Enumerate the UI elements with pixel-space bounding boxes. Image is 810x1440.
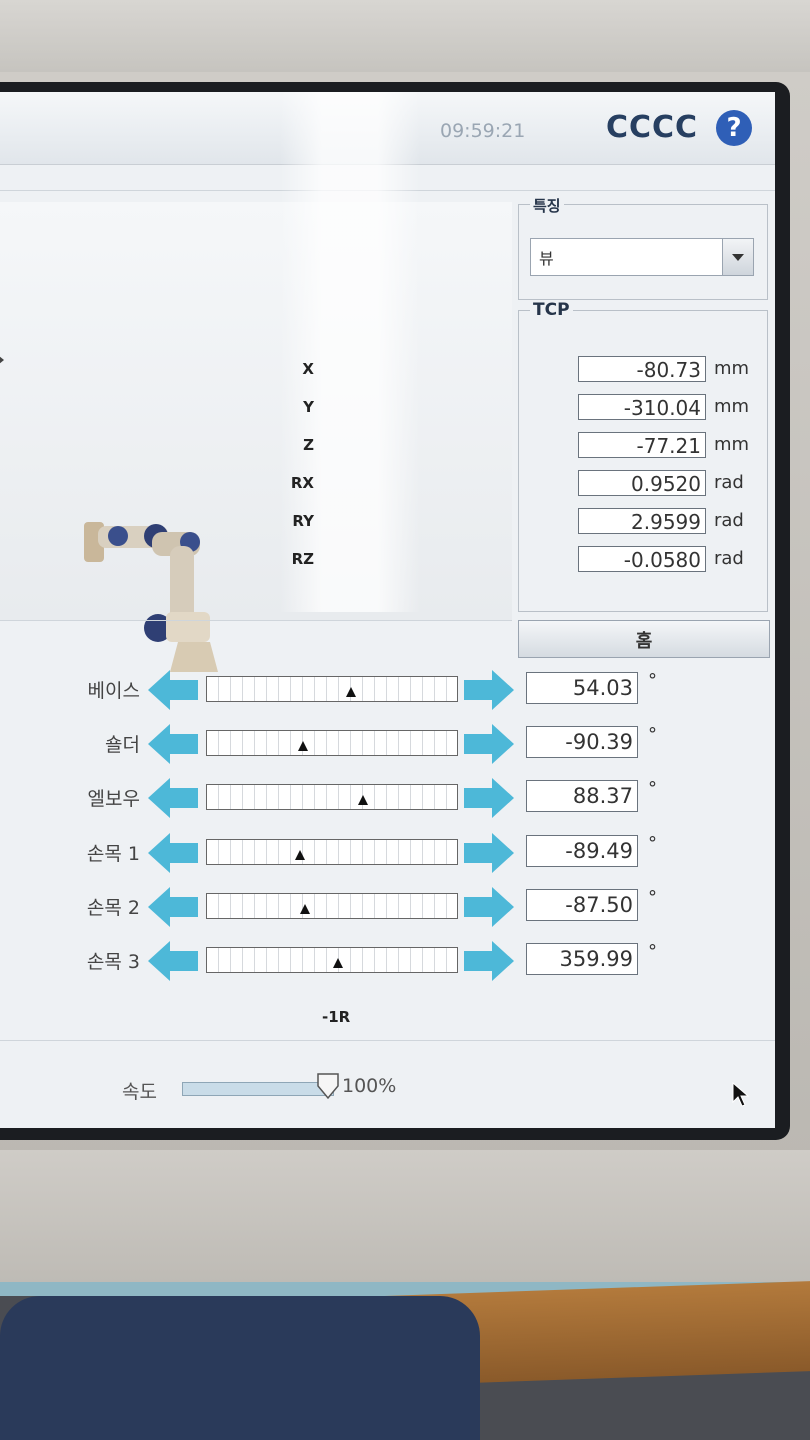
joint-label: 엘보우 (87, 788, 140, 810)
joint-label: 베이스 (87, 680, 140, 702)
tcp-rz-field[interactable]: -0.0580 (578, 546, 706, 572)
joint-unit: ° (648, 724, 657, 745)
background-person (0, 1296, 480, 1440)
robot-3d-view[interactable] (0, 202, 512, 672)
joint-position-bar (206, 784, 458, 810)
tcp-z-field[interactable]: -77.21 (578, 432, 706, 458)
arrow-right-icon[interactable] (464, 668, 514, 712)
tcp-unit: rad (714, 472, 744, 493)
speed-slider-thumb[interactable] (316, 1072, 340, 1100)
home-button-label: 홈 (635, 631, 653, 652)
feature-title: 특징 (530, 195, 564, 216)
joint-marker (300, 904, 311, 914)
joint-row: 손목 3 359.99 ° (60, 939, 670, 983)
arrow-left-icon[interactable] (148, 668, 198, 712)
tcp-label: X (302, 360, 314, 378)
joint-position-bar (206, 730, 458, 756)
tcp-unit: mm (714, 434, 750, 455)
joint-marker (358, 795, 369, 805)
home-button[interactable]: 홈 (518, 620, 770, 658)
chevron-down-icon[interactable] (722, 239, 753, 275)
arrow-right-icon[interactable] (464, 939, 514, 983)
tcp-ry-field[interactable]: 2.9599 (578, 508, 706, 534)
speed-value: 100% (342, 1075, 397, 1097)
joint-row: 손목 2 -87.50 ° (60, 885, 670, 929)
divider (0, 620, 512, 621)
tcp-rx-field[interactable]: 0.9520 (578, 470, 706, 496)
joint-label: 손목 3 (86, 951, 140, 973)
tcp-label: RX (290, 474, 314, 492)
joint-marker (333, 958, 344, 968)
tcp-label: RY (292, 512, 314, 530)
header-bar: 09:59:21 CCCC ? (0, 92, 775, 165)
speed-label: 속도 (122, 1081, 157, 1103)
joint-value-field[interactable]: 88.37 (526, 780, 638, 812)
joint-value-field[interactable]: -89.49 (526, 835, 638, 867)
tcp-unit: mm (714, 396, 750, 417)
tcp-x-field[interactable]: -80.73 (578, 356, 706, 382)
joint-value-field[interactable]: 359.99 (526, 943, 638, 975)
device-bezel-lower (0, 1150, 810, 1290)
arrow-right-icon[interactable] (464, 776, 514, 820)
joint-row: 손목 1 -89.49 ° (60, 831, 670, 875)
joint-row: 베이스 54.03 ° (60, 668, 670, 712)
tcp-unit: mm (714, 358, 750, 379)
arrow-left-icon[interactable] (148, 776, 198, 820)
speed-slider-track[interactable] (182, 1082, 334, 1096)
joint-unit: ° (648, 670, 657, 691)
feature-select[interactable]: 뷰 (530, 238, 754, 276)
joint-position-bar (206, 947, 458, 973)
device-frame-top (0, 0, 810, 80)
joint-marker (345, 687, 356, 697)
joint-marker (295, 850, 306, 860)
arrow-left-icon[interactable] (148, 722, 198, 766)
joint-row: 숄더 -90.39 ° (60, 722, 670, 766)
joint-position-bar (206, 839, 458, 865)
mouse-cursor-icon (732, 1082, 750, 1107)
arrow-right-icon[interactable] (464, 831, 514, 875)
robot-arm-model (84, 522, 218, 672)
robot-control-screen: 09:59:21 CCCC ? 특징 뷰 TCP X -80.73 mm Y -… (0, 92, 775, 1128)
tcp-label: Y (303, 398, 314, 416)
clock: 09:59:21 (440, 120, 526, 142)
divider (0, 190, 775, 191)
tcp-title: TCP (530, 300, 573, 320)
arrow-right-icon[interactable] (464, 885, 514, 929)
joint-position-bar (206, 676, 458, 702)
divider (0, 1040, 775, 1041)
arrow-left-icon[interactable] (148, 939, 198, 983)
range-label: -1R (322, 1008, 351, 1026)
arrow-left-icon[interactable] (148, 831, 198, 875)
joint-value-field[interactable]: 54.03 (526, 672, 638, 704)
view-nav-arrow-icon[interactable] (0, 352, 4, 368)
joint-value-field[interactable]: -87.50 (526, 889, 638, 921)
joint-label: 손목 1 (86, 843, 140, 865)
feature-selected-value: 뷰 (539, 249, 554, 268)
joint-marker (297, 741, 308, 751)
arrow-right-icon[interactable] (464, 722, 514, 766)
joint-unit: ° (648, 887, 657, 908)
arrow-left-icon[interactable] (148, 885, 198, 929)
joint-row: 엘보우 88.37 ° (60, 776, 670, 820)
joint-unit: ° (648, 778, 657, 799)
joint-label: 숄더 (105, 734, 140, 756)
tcp-y-field[interactable]: -310.04 (578, 394, 706, 420)
tcp-label: RZ (291, 550, 314, 568)
question-mark-icon[interactable]: ? (716, 110, 752, 146)
tcp-label: Z (303, 436, 314, 454)
tcp-unit: rad (714, 548, 744, 569)
robot-name: CCCC (606, 110, 699, 145)
tcp-unit: rad (714, 510, 744, 531)
joint-unit: ° (648, 833, 657, 854)
joint-value-field[interactable]: -90.39 (526, 726, 638, 758)
joint-label: 손목 2 (86, 897, 140, 919)
joint-unit: ° (648, 941, 657, 962)
joint-position-bar (206, 893, 458, 919)
